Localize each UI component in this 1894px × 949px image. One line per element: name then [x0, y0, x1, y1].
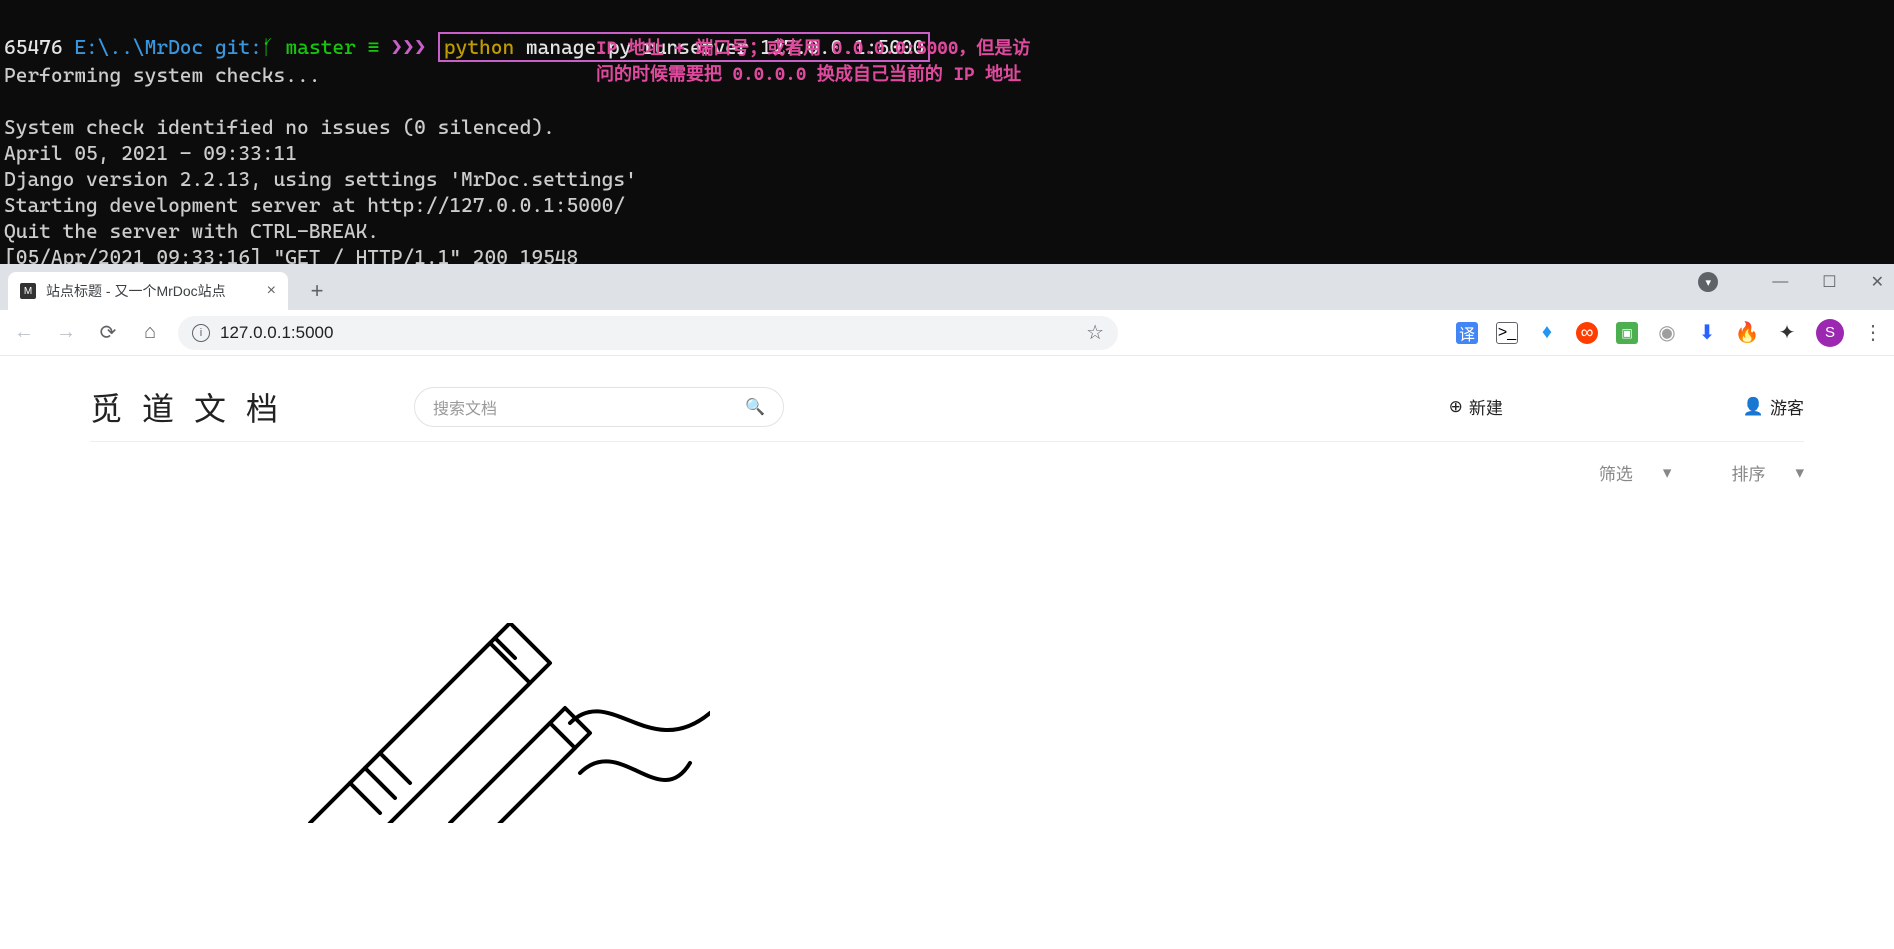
minimize-icon[interactable]: — [1772, 273, 1788, 291]
tampermonkey-extension-icon[interactable]: ◉ [1656, 322, 1678, 344]
reload-button[interactable]: ⟳ [94, 319, 122, 347]
bookmark-star-icon[interactable]: ☆ [1086, 320, 1104, 345]
infinity-extension-icon[interactable]: ∞ [1576, 322, 1598, 344]
branch-name: master [286, 35, 356, 59]
filter-dropdown[interactable]: 筛选 ▾ [1599, 460, 1672, 485]
user-label: 游客 [1770, 394, 1804, 419]
flame-extension-icon[interactable]: 🔥 [1736, 322, 1758, 344]
browser-tab[interactable]: M 站点标题 - 又一个MrDoc站点 × [8, 272, 288, 310]
profile-avatar[interactable]: S [1816, 319, 1844, 347]
sort-label: 排序 [1731, 460, 1765, 485]
window-controls: ▾ — ☐ ✕ [1698, 272, 1884, 292]
maximize-icon[interactable]: ☐ [1822, 272, 1836, 292]
browser-toolbar: ← → ⟳ ⌂ i 127.0.0.1:5000 ☆ 译 >_ ♦ ∞ ▣ ◉ … [0, 310, 1894, 356]
chevron-down-icon: ▾ [1795, 463, 1804, 483]
new-doc-label: 新建 [1469, 394, 1503, 419]
git-label: git: [215, 35, 262, 59]
new-doc-button[interactable]: ⊕ 新建 [1449, 394, 1503, 419]
prompt-arrows: ❯❯❯ [391, 35, 426, 59]
green-extension-icon[interactable]: ▣ [1616, 322, 1638, 344]
user-icon: 👤 [1743, 397, 1764, 417]
home-button[interactable]: ⌂ [136, 319, 164, 347]
forward-button[interactable]: → [52, 319, 80, 347]
filter-bar: 筛选 ▾ 排序 ▾ [90, 442, 1804, 503]
sort-dropdown[interactable]: 排序 ▾ [1731, 460, 1804, 485]
devtools-extension-icon[interactable]: >_ [1496, 322, 1518, 344]
download-indicator-icon[interactable]: ▾ [1698, 272, 1718, 292]
terminal-line: System check identified no issues (0 sil… [4, 115, 555, 139]
download-extension-icon[interactable]: ⬇ [1696, 322, 1718, 344]
terminal-line: Performing system checks... [4, 63, 320, 87]
branch-icon: ᚶ [262, 35, 274, 59]
chevron-down-icon: ▾ [1663, 463, 1672, 483]
extensions-area: 译 >_ ♦ ∞ ▣ ◉ ⬇ 🔥 ✦ S ⋮ [1456, 319, 1884, 347]
tab-favicon: M [20, 283, 36, 299]
url-text: 127.0.0.1:5000 [220, 323, 333, 343]
page-content: 觅 道 文 档 搜索文档 🔍 ⊕ 新建 👤 游客 筛选 ▾ 排序 ▾ [0, 356, 1894, 828]
new-tab-button[interactable]: + [302, 276, 332, 306]
filter-label: 筛选 [1599, 460, 1633, 485]
extensions-menu-icon[interactable]: ✦ [1776, 322, 1798, 344]
prompt-path: E:\..\MrDoc [74, 35, 203, 59]
terminal-line: Quit the server with CTRL-BREAK. [4, 219, 379, 243]
terminal-line: Django version 2.2.13, using settings 'M… [4, 167, 637, 191]
tab-close-icon[interactable]: × [267, 282, 276, 300]
site-header: 觅 道 文 档 搜索文档 🔍 ⊕ 新建 👤 游客 [90, 372, 1804, 442]
search-placeholder: 搜索文档 [433, 395, 497, 419]
user-menu[interactable]: 👤 游客 [1743, 394, 1804, 419]
tab-title: 站点标题 - 又一个MrDoc站点 [46, 281, 226, 301]
browser-tab-strip: M 站点标题 - 又一个MrDoc站点 × + ▾ — ☐ ✕ [0, 264, 1894, 310]
address-bar[interactable]: i 127.0.0.1:5000 ☆ [178, 316, 1118, 350]
search-icon[interactable]: 🔍 [745, 397, 765, 417]
close-window-icon[interactable]: ✕ [1871, 272, 1884, 292]
terminal-line: April 05, 2021 - 09:33:11 [4, 141, 297, 165]
site-info-icon[interactable]: i [192, 324, 210, 342]
vue-extension-icon[interactable]: ♦ [1536, 322, 1558, 344]
chrome-menu-icon[interactable]: ⋮ [1862, 322, 1884, 344]
git-status-icon: ≡ [368, 35, 380, 59]
plus-circle-icon: ⊕ [1449, 397, 1463, 417]
search-input[interactable]: 搜索文档 🔍 [414, 387, 784, 427]
annotation-text: 问的时候需要把 0.0.0.0 换成自己当前的 IP 地址 [596, 62, 1021, 88]
terminal-line: Starting development server at http://12… [4, 193, 625, 217]
translate-extension-icon[interactable]: 译 [1456, 322, 1478, 344]
empty-state-illustration [290, 623, 1804, 828]
site-logo[interactable]: 觅 道 文 档 [90, 384, 284, 430]
back-button[interactable]: ← [10, 319, 38, 347]
annotation-text: IP 地址 + 端口号；或者用 0.0.0.0:5000，但是访 [596, 36, 1030, 62]
prompt-number: 65476 [4, 35, 63, 59]
terminal-output: 65476 E:\..\MrDoc git:ᚶ master ≡ ❯❯❯ pyt… [0, 0, 1894, 264]
